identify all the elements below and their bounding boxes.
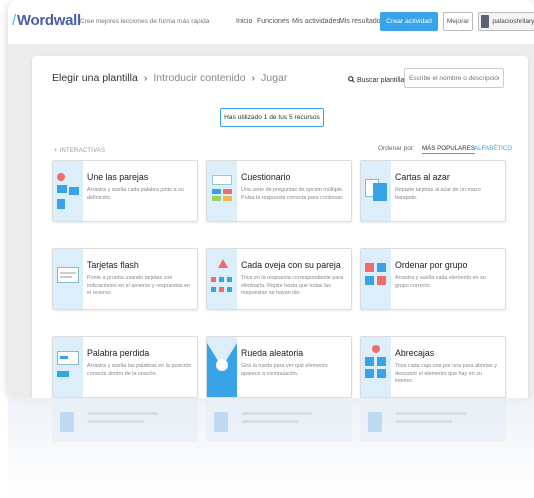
template-panel: Elegir una plantilla › Introducir contenid… (32, 56, 528, 398)
section-label-interactive[interactable]: + INTERACTIVAS (54, 148, 105, 154)
create-activity-button[interactable]: Crear actividad (380, 12, 438, 31)
reflection-icon (368, 412, 382, 432)
search-input[interactable] (404, 68, 504, 88)
search-icon (348, 76, 355, 83)
template-card-cuestionario[interactable]: Cuestionario Una serie de preguntas de o… (206, 160, 352, 222)
template-card-cartas-al-azar[interactable]: Cartas al azar Reparte tarjetas al azar … (360, 160, 506, 222)
nav-inicio[interactable]: Inicio (236, 18, 252, 25)
breadcrumb-separator: › (143, 72, 148, 84)
card-description: Gira la rueda para ver qué elemento apar… (241, 363, 328, 377)
breadcrumb-separator: › (251, 72, 256, 84)
card-description: Una serie de preguntas de opción múltipl… (241, 187, 344, 201)
nav-mis-resultados[interactable]: Mis resultados (339, 18, 384, 25)
reflection-line (396, 420, 452, 423)
user-menu[interactable]: palacioshrilary ▾ (478, 12, 534, 31)
top-navbar: /Wordwall Cree mejores lecciones de form… (8, 0, 534, 44)
card-title: Cartas al azar (395, 172, 450, 182)
breadcrumb-step-content: Introducir contenido (153, 72, 246, 84)
template-card-ordenar-por-grupo[interactable]: Ordenar por grupo Arrastra y suelta cada… (360, 248, 506, 310)
card-description: Toca en la respuesta correspondiente par… (241, 275, 344, 297)
sort-option-alphabetic[interactable]: ALFABÉTICO (474, 145, 512, 152)
content-background: Elegir una plantilla › Introducir contenid… (8, 44, 534, 398)
template-card-abrecajas[interactable]: Abrecajas Toca cada caja una por una par… (360, 336, 506, 398)
reflection-line (242, 420, 298, 423)
breadcrumb-step-play: Jugar (261, 72, 288, 84)
template-card-une-las-parejas[interactable]: Une las parejas Arrastra y suelta cada p… (52, 160, 198, 222)
card-description: Arrastra y suelta cada elemento en su gr… (395, 275, 486, 289)
card-title: Cuestionario (241, 172, 291, 182)
nav-mis-actividades[interactable]: Mis actividades (292, 18, 340, 25)
search-label: Buscar plantillas (348, 76, 408, 84)
card-description: Toca cada caja una por una para abrirlas… (395, 363, 497, 385)
sort-option-popular[interactable]: MÁS POPULARES (422, 145, 475, 154)
card-title: Une las parejas (87, 172, 149, 182)
match-up-thumbnail (53, 161, 83, 221)
card-title: Cada oveja con su pareja (241, 260, 341, 270)
flash-cards-thumbnail (53, 249, 83, 309)
breadcrumb-step-choose: Elegir una plantilla (52, 72, 138, 84)
missing-word-thumbnail (53, 337, 83, 397)
card-description: Arrastra y suelta cada palabra junto a s… (87, 187, 184, 201)
spin-wheel-thumbnail (207, 337, 237, 397)
username: palacioshrilary (492, 18, 534, 25)
card-description: Arrastra y suelta las palabras en la pos… (87, 363, 192, 377)
card-description: Reparte tarjetas al azar de un mazo bara… (395, 187, 481, 201)
template-card-cada-oveja[interactable]: Cada oveja con su pareja Toca en la resp… (206, 248, 352, 310)
upgrade-button[interactable]: Mejorar (443, 12, 473, 31)
reflection-line (88, 420, 144, 423)
reflection-icon (214, 412, 228, 432)
card-title: Palabra perdida (87, 348, 150, 358)
whack-a-mole-thumbnail (207, 249, 237, 309)
random-cards-thumbnail (361, 161, 391, 221)
group-sort-thumbnail (361, 249, 391, 309)
card-title: Ordenar por grupo (395, 260, 468, 270)
template-card-tarjetas-flash[interactable]: Tarjetas flash Ponte a prueba usando tar… (52, 248, 198, 310)
wordwall-logo[interactable]: /Wordwall (12, 12, 81, 29)
tagline: Cree mejores lecciones de forma más rápi… (80, 18, 210, 25)
card-title: Abrecajas (395, 348, 435, 358)
reflection-line (88, 412, 158, 415)
reflection-line (242, 412, 312, 415)
screen-reflection (8, 398, 534, 498)
reflection-line (396, 412, 466, 415)
reflection-icon (60, 412, 74, 432)
card-title: Rueda aleatoria (241, 348, 304, 358)
nav-funciones[interactable]: Funciones (257, 18, 289, 25)
card-title: Tarjetas flash (87, 260, 139, 270)
usage-notice: Has utilizado 1 de tus 5 recursos (220, 108, 324, 127)
avatar (481, 15, 490, 28)
open-box-thumbnail (361, 337, 391, 397)
card-description: Ponte a prueba usando tarjetas con indic… (87, 275, 191, 297)
sort-label: Ordenar por: (378, 145, 415, 152)
template-card-rueda-aleatoria[interactable]: Rueda aleatoria Gira la rueda para ver q… (206, 336, 352, 398)
template-card-palabra-perdida[interactable]: Palabra perdida Arrastra y suelta las pa… (52, 336, 198, 398)
breadcrumb: Elegir una plantilla › Introducir contenid… (52, 72, 287, 84)
browser-screen: /Wordwall Cree mejores lecciones de form… (8, 0, 534, 398)
quiz-thumbnail (207, 161, 237, 221)
